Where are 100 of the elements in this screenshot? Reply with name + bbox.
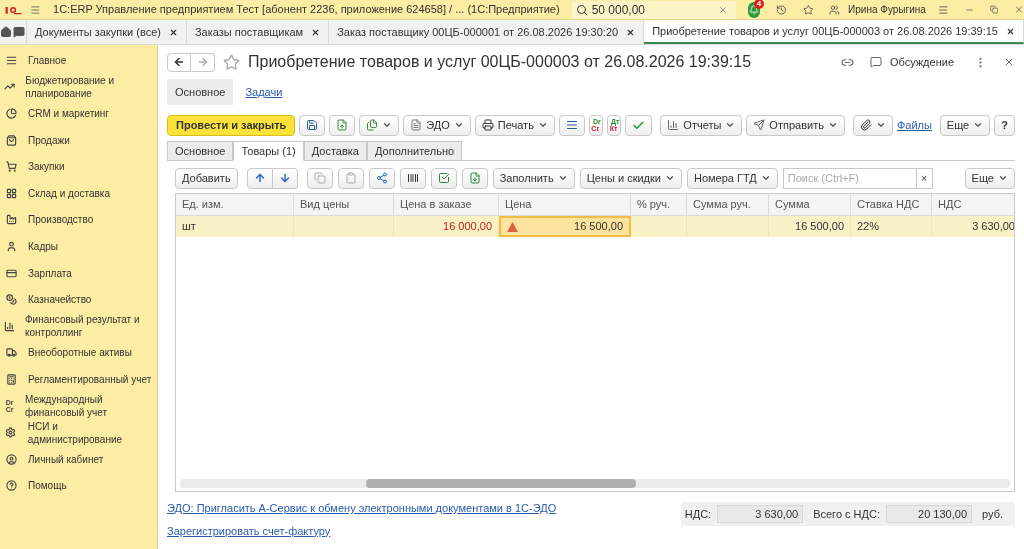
more-button[interactable]: Еще [964,167,1015,189]
open-tab[interactable]: Заказы поставщикам [186,20,330,44]
price-cell[interactable]: 16 500,00 [499,216,631,237]
column-header[interactable]: Сумма [769,194,851,215]
action-link[interactable]: ЭДО: Пригласить А-Сервис к обмену электронными документами в 1С-ЭДО [167,500,557,517]
action-link[interactable]: Зарегистрировать счет-фактуру [167,522,557,539]
clear-button[interactable]: × [915,168,932,188]
close-icon[interactable] [1006,26,1015,36]
star-icon[interactable] [802,2,814,17]
sidebar-item[interactable]: Финансовый результат и контроллинг [0,312,157,340]
nav-tab[interactable]: Основное [167,79,234,105]
sidebar-item[interactable]: CRM и маркетинг [0,100,157,127]
back-button[interactable] [167,52,191,72]
add-button[interactable]: Добавить [175,167,238,189]
sidebar-item[interactable]: Закупки [0,153,157,180]
sidebar-item[interactable]: Бюджетирование и планирование [0,73,157,101]
list-button[interactable] [558,114,585,136]
back-icon [173,56,185,68]
fill-button[interactable]: Заполнить [492,167,575,189]
sidebar-label: Внеоборотные активы [28,346,132,360]
edo-button[interactable]: ЭДО [403,114,471,136]
caret-icon [557,173,568,183]
sidebar-item[interactable]: Главное [0,47,157,74]
sidebar-item[interactable]: Казначейство [0,286,157,313]
close-icon[interactable] [626,27,636,37]
sidebar-label: CRM и маркетинг [28,107,109,120]
check-button[interactable] [625,114,653,136]
column-header[interactable]: Сумма руч. [687,194,769,215]
move-up-button[interactable] [246,167,273,189]
user-icon[interactable] [829,2,841,17]
form-tab[interactable]: Дополнительно [367,141,463,161]
barcode-button[interactable] [399,167,426,189]
save-icon [306,119,319,131]
select-button[interactable] [430,167,457,189]
clear-icon[interactable] [717,4,728,15]
save-button[interactable] [299,114,326,136]
close-icon[interactable] [1003,56,1015,68]
table-row[interactable]: шт 16 000,00 16 500,00 16 500,00 22% 3 630,00 [176,216,1014,237]
sidebar-item[interactable]: Производство [0,206,157,234]
sidebar-item[interactable]: Зарплата [0,259,157,287]
caret-icon [382,120,393,130]
table-search-field[interactable]: Поиск (Ctrl+F) × [782,167,933,189]
open-tab[interactable]: Документы закупки (все) [26,20,187,44]
chat-button[interactable] [12,20,27,44]
form-tab[interactable]: Доставка [303,141,367,161]
sidebar-item[interactable]: Помощь [0,472,157,500]
column-header[interactable]: НДС [932,194,1014,215]
form-tab[interactable]: Товары (1) [233,141,304,161]
sidebar-item[interactable]: Продажи [0,126,157,154]
post-and-close-button[interactable]: Провести и закрыть [167,114,296,136]
gtd-button[interactable]: Номера ГТД [686,167,778,189]
files-link[interactable]: Файлы [896,116,932,134]
user-name[interactable]: Ирина Фурыгина [848,2,926,17]
history-icon[interactable] [776,2,787,17]
barcode-icon [406,172,419,184]
column-header[interactable]: Ед. изм. [176,194,294,215]
sidebar-label: Кадры [28,239,58,253]
close-icon[interactable] [168,27,178,37]
more-button[interactable]: Еще [939,114,991,136]
send-button[interactable]: Отправить [746,114,845,136]
caret-icon [760,173,771,183]
discussion-link[interactable]: Обсуждение [889,53,954,71]
chat-icon [869,56,882,68]
open-tab[interactable]: Приобретение товаров и услуг 00ЦБ-000003 от 26.08.2026 19:39:15 [644,20,1024,44]
sidebar-item[interactable]: Личный кабинет [0,445,157,473]
horizontal-scrollbar[interactable] [180,479,1010,488]
documents-icon [366,119,379,131]
sidebar-item[interactable]: Кадры [0,233,157,260]
attach-button[interactable] [852,114,893,136]
reports-button[interactable]: Отчеты [660,114,743,136]
document-icon [336,119,349,131]
prices-button[interactable]: Цены и скидки [579,167,682,189]
column-header[interactable]: Цена [499,194,631,215]
sidebar-label: Закупки [28,160,65,174]
column-header[interactable]: Ставка НДС [851,194,932,215]
close-icon[interactable] [311,27,321,37]
column-header[interactable]: % руч. [631,194,687,215]
form-tab[interactable]: Основное [167,141,234,161]
caret-icon [973,120,984,130]
sidebar-label: Личный кабинет [28,452,104,466]
help-button[interactable]: ? [994,114,1015,136]
sidebar-item[interactable]: НСИ и администрирование [0,419,157,446]
vat-label: НДС: [684,506,712,522]
print-button[interactable]: Печать [474,114,555,136]
star-icon[interactable] [223,53,240,71]
restore-icon[interactable] [989,4,999,15]
nav-tab[interactable]: Задачи [237,79,291,105]
move-down-button[interactable] [272,167,298,189]
sidebar-item[interactable]: Внеоборотные активы [0,339,157,367]
tab-label: Приобретение товаров и услуг 00ЦБ-000003 от 26.08.2026 19:39:15 [652,23,998,39]
column-header[interactable]: Цена в заказе [394,194,499,215]
check-icon [632,118,646,132]
import-button[interactable] [461,167,488,189]
search-field[interactable]: 50 000,00 [571,0,736,19]
split-button[interactable] [368,167,395,189]
sidebar-label: Производство [28,213,94,227]
create-based-button[interactable] [359,114,400,136]
column-header[interactable]: Вид цены [294,194,394,215]
sidebar-item[interactable]: Склад и доставка [0,179,157,207]
sidebar-item[interactable]: Регламентированный учет [0,366,157,393]
